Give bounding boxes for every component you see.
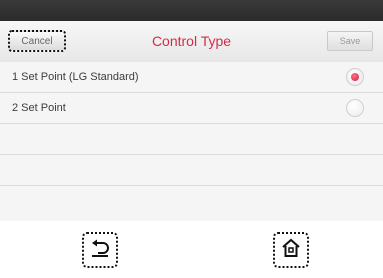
radio-dot bbox=[351, 73, 359, 81]
home-icon bbox=[280, 237, 302, 264]
empty-row bbox=[0, 155, 383, 186]
page-title: Control Type bbox=[151, 33, 232, 49]
home-button[interactable] bbox=[273, 232, 309, 268]
back-button[interactable] bbox=[82, 232, 118, 268]
status-bar bbox=[0, 0, 383, 21]
cancel-button[interactable]: Cancel bbox=[8, 30, 66, 52]
empty-row bbox=[0, 124, 383, 155]
option-label: 1 Set Point (LG Standard) bbox=[12, 71, 139, 83]
option-label: 2 Set Point bbox=[12, 102, 66, 114]
empty-row bbox=[0, 186, 383, 221]
back-arrow-icon bbox=[89, 237, 111, 264]
radio-button[interactable] bbox=[346, 99, 364, 117]
radio-button-selected[interactable] bbox=[346, 68, 364, 86]
save-button[interactable]: Save bbox=[327, 31, 373, 51]
option-row-2-set-point[interactable]: 2 Set Point bbox=[0, 93, 383, 124]
option-row-1-set-point[interactable]: 1 Set Point (LG Standard) bbox=[0, 62, 383, 93]
